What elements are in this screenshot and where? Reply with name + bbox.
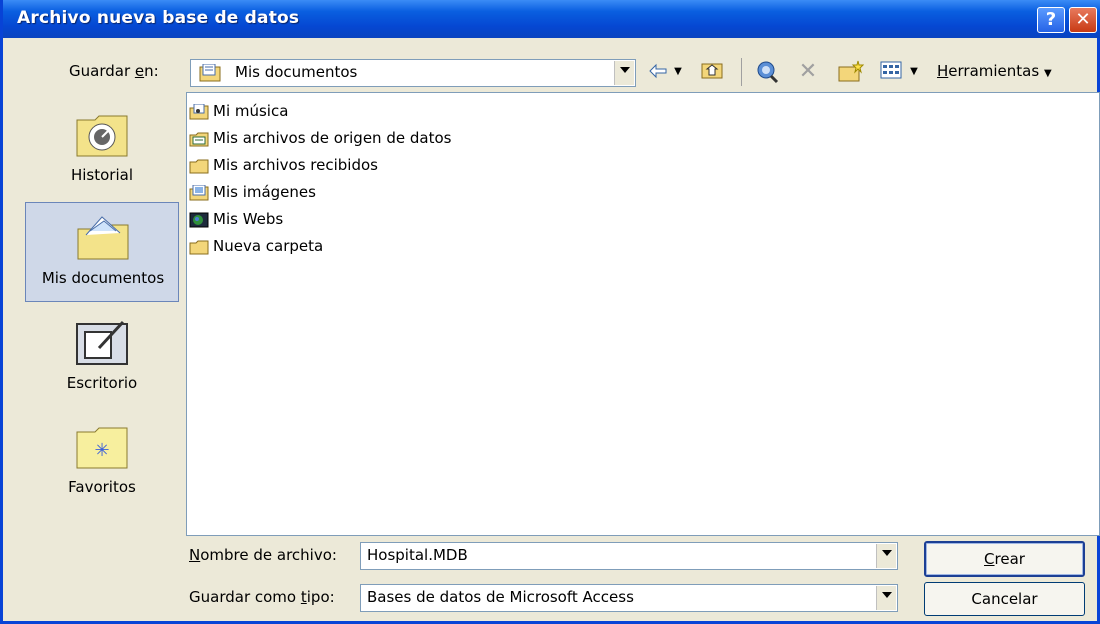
- back-dropdown-arrow-icon[interactable]: ▼: [671, 60, 685, 84]
- desktop-icon: [76, 320, 128, 365]
- filename-dropdown-arrow-icon[interactable]: [876, 544, 896, 568]
- new-folder-icon[interactable]: [837, 60, 865, 84]
- create-button-accel: C: [984, 550, 995, 568]
- place-favorites[interactable]: ✳ Favoritos: [25, 412, 179, 512]
- web-folder-icon: [189, 212, 209, 228]
- tools-menu-label: erramientas: [948, 62, 1040, 80]
- dialog-title: Archivo nueva base de datos: [17, 8, 300, 28]
- favorites-icon: ✳: [76, 427, 128, 469]
- place-label: Historial: [70, 166, 133, 184]
- location-value: Mis documentos: [235, 63, 358, 81]
- svg-text:✳: ✳: [94, 440, 109, 461]
- title-bar[interactable]: Archivo nueva base de datos ? ✕: [3, 0, 1100, 38]
- file-name: Mis Webs: [213, 210, 284, 228]
- place-my-documents[interactable]: Mis documentos: [25, 202, 179, 302]
- file-type-select[interactable]: Bases de datos de Microsoft Access: [360, 584, 898, 612]
- folder-icon: [189, 159, 209, 174]
- data-source-folder-icon: [189, 132, 209, 147]
- filename-value: Hospital.MDB: [367, 546, 468, 564]
- file-type-value: Bases de datos de Microsoft Access: [367, 588, 634, 606]
- places-bar: Historial Mis documentos Escritorio ✳ Fa…: [25, 92, 179, 516]
- file-name: Mis imágenes: [213, 183, 316, 201]
- views-dropdown-arrow-icon[interactable]: ▼: [907, 60, 921, 84]
- save-dialog: Archivo nueva base de datos ? ✕ Guardar …: [0, 0, 1100, 624]
- toolbar-separator: [741, 58, 742, 86]
- music-folder-icon: [189, 104, 209, 120]
- help-button[interactable]: ?: [1037, 7, 1065, 33]
- file-type-label-text-end: ipo:: [306, 588, 335, 606]
- filename-label-text: ombre de archivo:: [200, 546, 337, 564]
- location-select[interactable]: Mis documentos: [190, 59, 636, 87]
- file-name: Mis archivos de origen de datos: [213, 129, 452, 147]
- tools-dropdown-arrow-icon: ▼: [1043, 68, 1052, 79]
- close-button[interactable]: ✕: [1069, 7, 1097, 33]
- back-arrow-icon[interactable]: [646, 60, 670, 84]
- place-label: Escritorio: [66, 374, 138, 392]
- location-dropdown-arrow-icon[interactable]: [614, 61, 634, 85]
- tools-menu[interactable]: Herramientas ▼: [937, 62, 1052, 80]
- delete-icon[interactable]: ✕: [795, 60, 821, 84]
- file-type-dropdown-arrow-icon[interactable]: [876, 586, 896, 610]
- place-label: Mis documentos: [41, 269, 165, 287]
- filename-input[interactable]: Hospital.MDB: [360, 542, 898, 570]
- file-list[interactable]: Mi música Mis archivos de origen de dato…: [186, 92, 1100, 536]
- save-in-label-text: Guardar: [69, 62, 135, 80]
- save-in-label-accel: e: [134, 62, 145, 80]
- place-desktop[interactable]: Escritorio: [25, 308, 179, 408]
- file-name: Mis archivos recibidos: [213, 156, 378, 174]
- create-button-label: rear: [994, 550, 1025, 568]
- file-type-label-text: Guardar como: [189, 588, 301, 606]
- file-name: Mi música: [213, 102, 289, 120]
- save-in-label-text-end: n:: [144, 62, 159, 80]
- my-documents-icon: [77, 216, 129, 260]
- cancel-button[interactable]: Cancelar: [924, 582, 1085, 616]
- save-in-label: Guardar en:: [69, 62, 159, 80]
- place-history[interactable]: Historial: [25, 100, 179, 200]
- file-name: Nueva carpeta: [213, 237, 324, 255]
- filename-label-accel: N: [189, 546, 201, 564]
- views-icon[interactable]: [877, 60, 905, 84]
- tools-menu-accel: H: [937, 62, 949, 80]
- create-button[interactable]: Crear: [924, 541, 1085, 577]
- file-type-label: Guardar como tipo:: [189, 588, 335, 606]
- search-web-icon[interactable]: [753, 60, 781, 84]
- history-icon: [76, 115, 128, 157]
- up-folder-icon[interactable]: [699, 60, 725, 84]
- folder-icon: [189, 240, 209, 255]
- filename-label: Nombre de archivo:: [189, 546, 337, 564]
- pictures-folder-icon: [189, 185, 209, 201]
- place-label: Favoritos: [68, 478, 136, 496]
- my-documents-small-icon: [199, 64, 221, 82]
